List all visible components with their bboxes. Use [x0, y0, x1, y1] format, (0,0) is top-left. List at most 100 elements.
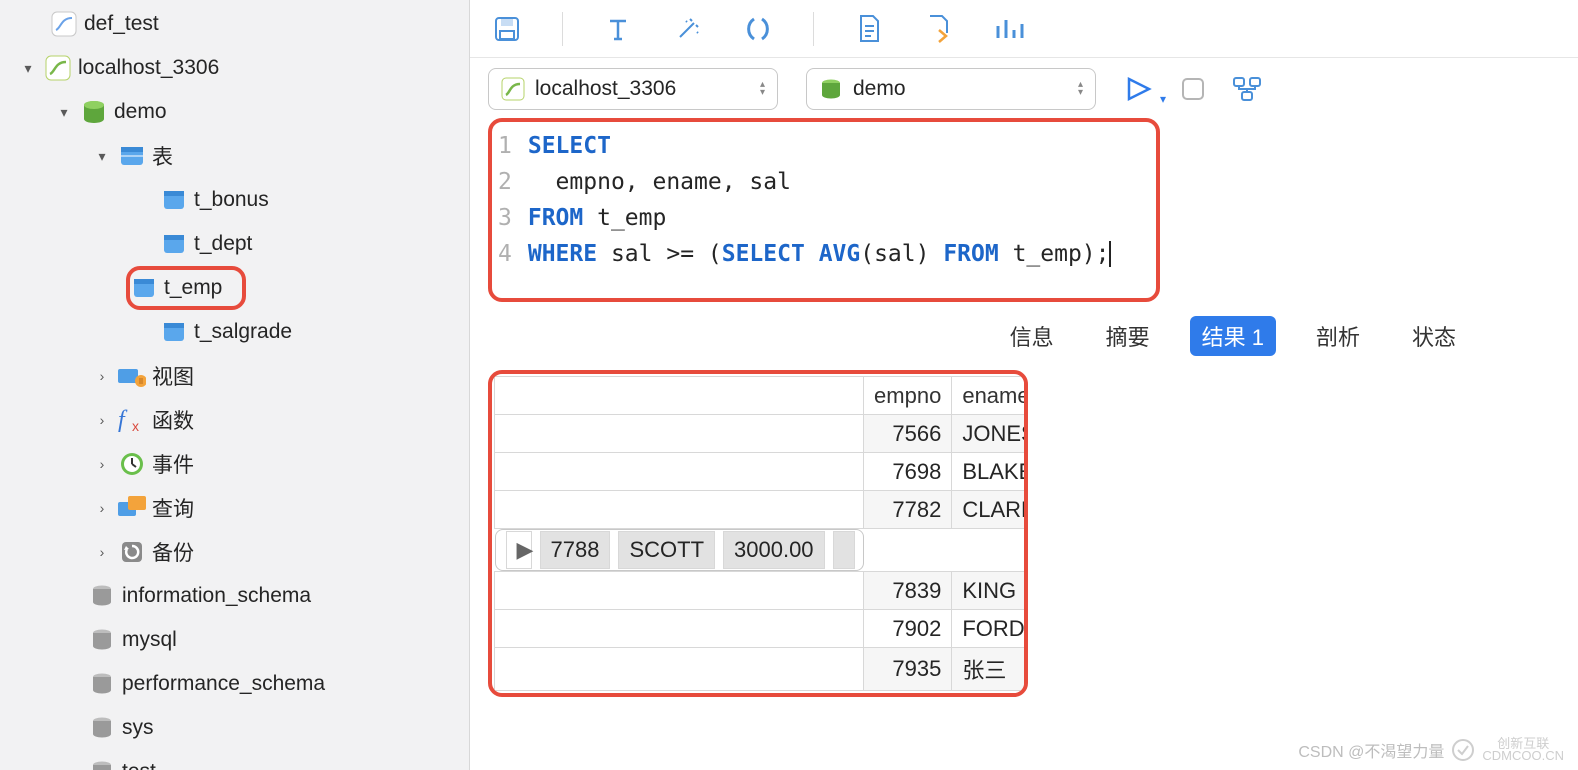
chevron-right-icon[interactable]: ›	[92, 368, 112, 384]
tree-item-top[interactable]: def_test	[0, 2, 469, 46]
tree-item-table[interactable]: t_dept	[0, 222, 469, 266]
parens-icon[interactable]	[743, 14, 773, 44]
database-icon	[88, 714, 116, 742]
export-icon[interactable]	[924, 14, 954, 44]
table-group-icon	[118, 142, 146, 170]
connection-icon	[50, 10, 78, 38]
cell-ename[interactable]: SCOTT	[618, 531, 715, 569]
table-row[interactable]: 7566JONES2975.00	[495, 415, 1029, 453]
chevron-down-icon[interactable]: ▾	[54, 104, 74, 121]
tab-profile[interactable]: 剖析	[1304, 316, 1372, 356]
cell-ename[interactable]: 张三	[952, 648, 1028, 691]
table-row[interactable]: 7902FORD3000.00	[495, 610, 1029, 648]
tree-item-database[interactable]: mysql	[0, 618, 469, 662]
cell-empno[interactable]: 7698	[864, 453, 952, 491]
tree-item-database[interactable]: information_schema	[0, 574, 469, 618]
tree-item-database[interactable]: sys	[0, 706, 469, 750]
backup-icon	[118, 538, 146, 566]
watermark: CSDN @不渴望力量 创新互联CDMCOO.CN	[1298, 738, 1564, 762]
save-icon[interactable]	[492, 14, 522, 44]
tree-item-connection[interactable]: ▾ localhost_3306	[0, 46, 469, 90]
table-row[interactable]: 7782CLARK2450.00	[495, 491, 1029, 529]
sql-editor[interactable]: 1 2 3 4 SELECT empno, ename, sal FROM t_…	[488, 118, 1160, 302]
chevron-right-icon[interactable]: ›	[92, 456, 112, 472]
clock-icon	[118, 450, 146, 478]
database-icon	[88, 582, 116, 610]
database-icon	[88, 626, 116, 654]
row-marker	[495, 648, 864, 691]
chevron-right-icon[interactable]: ›	[92, 412, 112, 428]
row-marker	[495, 415, 864, 453]
toolbar	[470, 0, 1578, 58]
format-icon[interactable]	[603, 14, 633, 44]
chevron-right-icon[interactable]: ›	[92, 544, 112, 560]
database-selector[interactable]: demo ▴▾	[806, 68, 1096, 110]
tree-item-tables-group[interactable]: ▾ 表	[0, 134, 469, 178]
tree-item-database[interactable]: ▾ demo	[0, 90, 469, 134]
col-ename[interactable]: ename	[952, 377, 1028, 415]
connection-selector[interactable]: localhost_3306 ▴▾	[488, 68, 778, 110]
tree-item-table[interactable]: t_emp	[0, 266, 469, 310]
tree-item-table[interactable]: t_bonus	[0, 178, 469, 222]
tree-item-queries[interactable]: › 查询	[0, 486, 469, 530]
table-icon	[160, 318, 188, 346]
cell-sal[interactable]: 3000.00	[723, 531, 825, 569]
cell-empno[interactable]: 7902	[864, 610, 952, 648]
tree-label: demo	[114, 100, 167, 124]
run-icon[interactable]: ▾	[1124, 74, 1154, 104]
tree-label: 函数	[152, 405, 194, 435]
cell-ename[interactable]: JONES	[952, 415, 1028, 453]
cell-ename[interactable]: CLARK	[952, 491, 1028, 529]
tree-label: mysql	[122, 628, 177, 652]
cell-ename[interactable]: KING	[952, 572, 1028, 610]
tab-status[interactable]: 状态	[1400, 316, 1468, 356]
chevron-right-icon[interactable]: ›	[92, 500, 112, 516]
tree-label: test	[122, 760, 156, 770]
cell-empno[interactable]: 7788	[540, 531, 611, 569]
chevron-down-icon[interactable]: ▾	[92, 148, 112, 165]
chevron-down-icon[interactable]: ▾	[18, 60, 38, 77]
explain-icon[interactable]	[1232, 74, 1262, 104]
stepper-icon[interactable]: ▴▾	[1074, 81, 1087, 97]
magic-icon[interactable]	[673, 14, 703, 44]
row-marker	[495, 453, 864, 491]
stepper-icon[interactable]: ▴▾	[756, 81, 769, 97]
tree-item-functions[interactable]: › fx 函数	[0, 398, 469, 442]
code-area[interactable]: SELECT empno, ename, sal FROM t_emp WHER…	[528, 128, 1111, 272]
cell-ename[interactable]: BLAKE	[952, 453, 1028, 491]
tree-item-events[interactable]: › 事件	[0, 442, 469, 486]
tab-summary[interactable]: 摘要	[1094, 316, 1162, 356]
tree-item-table[interactable]: t_salgrade	[0, 310, 469, 354]
database-icon	[88, 670, 116, 698]
doc-icon[interactable]	[854, 14, 884, 44]
cell-empno[interactable]: 7782	[864, 491, 952, 529]
table-row[interactable]: 7839KING5000.00	[495, 572, 1029, 610]
sidebar: def_test ▾ localhost_3306 ▾ demo ▾ 表 t_b…	[0, 0, 470, 770]
main-area: localhost_3306 ▴▾ demo ▴▾ ▾ 1 2 3 4 SELE…	[470, 0, 1578, 770]
query-icon	[118, 494, 146, 522]
tab-info[interactable]: 信息	[998, 316, 1066, 356]
cell-empno[interactable]: 7566	[864, 415, 952, 453]
database-icon	[80, 98, 108, 126]
tree-label: performance_schema	[122, 672, 325, 696]
tree-item-backup[interactable]: › 备份	[0, 530, 469, 574]
tab-result1[interactable]: 结果 1	[1190, 316, 1276, 356]
table-row[interactable]: 7698BLAKE2850.00	[495, 453, 1029, 491]
tree-item-database[interactable]: performance_schema	[0, 662, 469, 706]
view-icon	[118, 362, 146, 390]
cell-empno[interactable]: 7839	[864, 572, 952, 610]
cell-empno[interactable]: 7935	[864, 648, 952, 691]
row-marker	[495, 610, 864, 648]
col-empno[interactable]: empno	[864, 377, 952, 415]
connection-icon	[499, 75, 527, 103]
checkbox[interactable]	[1182, 78, 1204, 100]
tree-item-views[interactable]: › 视图	[0, 354, 469, 398]
chart-icon[interactable]	[994, 14, 1024, 44]
table-row[interactable]: 7935张三2800.00	[495, 648, 1029, 691]
result-grid[interactable]: empno ename sal 7566JONES2975.007698BLAK…	[488, 370, 1028, 697]
cell-ename[interactable]: FORD	[952, 610, 1028, 648]
tree-item-database[interactable]: test	[0, 750, 469, 770]
table-row[interactable]: ▶7788SCOTT3000.00	[495, 529, 864, 571]
row-marker: ▶	[506, 531, 532, 569]
svg-text:x: x	[132, 418, 139, 433]
